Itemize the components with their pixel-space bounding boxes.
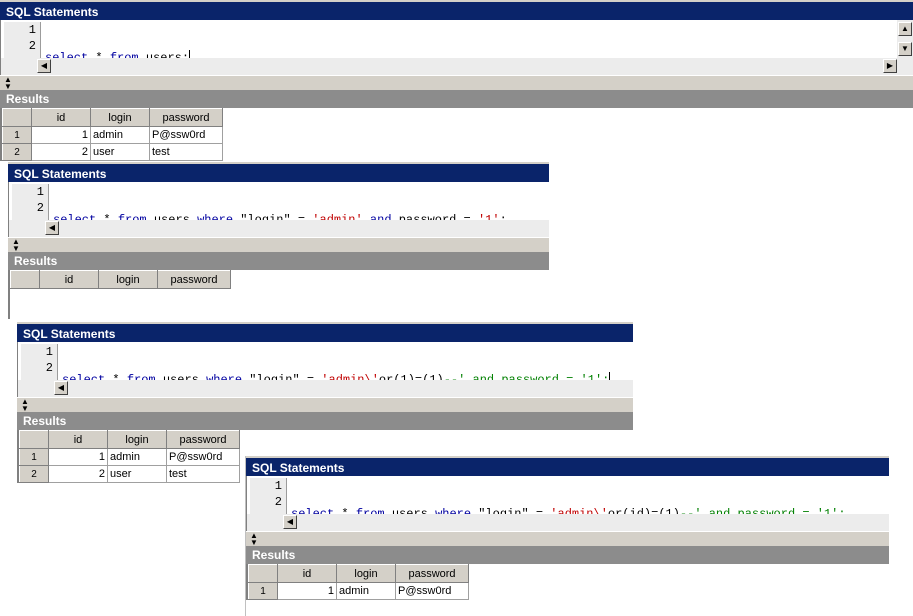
column-header-id[interactable]: id bbox=[31, 108, 91, 127]
column-header-password[interactable]: password bbox=[157, 270, 231, 289]
row-number[interactable]: 1 bbox=[2, 126, 32, 144]
scroll-left-arrow-icon[interactable]: ◀ bbox=[283, 515, 297, 529]
pane-splitter[interactable]: ▲ ▼ bbox=[17, 397, 633, 413]
cell-password[interactable]: P@ssw0rd bbox=[395, 582, 469, 600]
results-grid: id login password 1 1 admin P@ssw0rd 2 2 user t… bbox=[0, 108, 913, 161]
grid-corner bbox=[248, 564, 278, 583]
table-row[interactable]: 2 2 user test bbox=[19, 465, 240, 483]
cell-login[interactable]: user bbox=[90, 143, 150, 161]
splitter-arrows-icon: ▲ ▼ bbox=[250, 531, 258, 547]
row-number[interactable]: 2 bbox=[2, 143, 32, 161]
column-header-id[interactable]: id bbox=[277, 564, 337, 583]
results-table: id login password bbox=[10, 270, 231, 319]
cell-password[interactable]: test bbox=[166, 465, 240, 483]
line-number: 1 bbox=[36, 185, 44, 199]
column-header-login[interactable]: login bbox=[90, 108, 150, 127]
cell-login[interactable]: user bbox=[107, 465, 167, 483]
pane-splitter[interactable]: ▲ ▼ bbox=[8, 237, 549, 253]
grid-corner bbox=[10, 270, 40, 289]
horizontal-scrollbar[interactable]: ◀ bbox=[17, 380, 633, 397]
sql-statements-title: SQL Statements bbox=[246, 456, 889, 476]
cell-login[interactable]: admin bbox=[107, 448, 167, 466]
scroll-left-arrow-icon[interactable]: ◀ bbox=[37, 59, 51, 73]
line-number: 2 bbox=[274, 495, 282, 509]
line-number: 2 bbox=[28, 39, 36, 53]
column-header-login[interactable]: login bbox=[336, 564, 396, 583]
sql-editor[interactable]: 1 2 select * from users; ▲ ▼ bbox=[0, 20, 913, 65]
sql-editor[interactable]: 1 2 select * from users where "login" = … bbox=[17, 342, 633, 387]
cell-password[interactable]: test bbox=[149, 143, 223, 161]
cell-id[interactable]: 1 bbox=[31, 126, 91, 144]
column-header-login[interactable]: login bbox=[98, 270, 158, 289]
results-table: id login password 1 1 admin P@ssw0rd bbox=[248, 564, 469, 600]
pane-splitter[interactable]: ▲ ▼ bbox=[0, 75, 913, 91]
cell-id[interactable]: 2 bbox=[48, 465, 108, 483]
column-header-login[interactable]: login bbox=[107, 430, 167, 449]
sql-statements-title: SQL Statements bbox=[0, 0, 913, 20]
cell-password[interactable]: P@ssw0rd bbox=[166, 448, 240, 466]
scroll-up-arrow-icon[interactable]: ▲ bbox=[898, 22, 912, 36]
sql-statements-title: SQL Statements bbox=[8, 162, 549, 182]
sql-panel-2: SQL Statements 1 2 select * from users w… bbox=[8, 162, 549, 322]
line-number-gutter: 1 2 bbox=[4, 22, 41, 58]
column-header-id[interactable]: id bbox=[39, 270, 99, 289]
row-number[interactable]: 2 bbox=[19, 465, 49, 483]
table-row[interactable]: 2 2 user test bbox=[2, 143, 223, 161]
cell-login[interactable]: admin bbox=[90, 126, 150, 144]
horizontal-scrollbar[interactable]: ◀ bbox=[8, 220, 549, 237]
scroll-left-arrow-icon[interactable]: ◀ bbox=[54, 381, 68, 395]
horizontal-scrollbar[interactable]: ◀ bbox=[246, 514, 889, 531]
splitter-arrows-icon: ▲ ▼ bbox=[21, 397, 29, 413]
scroll-down-arrow-icon[interactable]: ▼ bbox=[898, 42, 912, 56]
results-table: id login password 1 1 admin P@ssw0rd 2 2 user t… bbox=[19, 430, 240, 483]
results-grid: id login password bbox=[8, 270, 549, 319]
cell-id[interactable]: 1 bbox=[48, 448, 108, 466]
cell-password[interactable]: P@ssw0rd bbox=[149, 126, 223, 144]
table-row[interactable]: 1 1 admin P@ssw0rd bbox=[248, 582, 469, 600]
line-number-gutter: 1 2 bbox=[250, 478, 287, 514]
line-number: 1 bbox=[45, 345, 53, 359]
splitter-arrows-icon: ▲ ▼ bbox=[12, 237, 20, 253]
sql-panel-4: SQL Statements 1 2 select * from users w… bbox=[245, 456, 889, 616]
grid-corner bbox=[2, 108, 32, 127]
table-row[interactable]: 1 1 admin P@ssw0rd bbox=[2, 126, 223, 144]
column-header-id[interactable]: id bbox=[48, 430, 108, 449]
scroll-left-arrow-icon[interactable]: ◀ bbox=[45, 221, 59, 235]
sql-statements-title: SQL Statements bbox=[17, 322, 633, 342]
row-number[interactable]: 1 bbox=[248, 582, 278, 600]
row-number[interactable]: 1 bbox=[19, 448, 49, 466]
sql-editor[interactable]: 1 2 select * from users where "login" = … bbox=[246, 476, 889, 521]
pane-splitter[interactable]: ▲ ▼ bbox=[246, 531, 889, 547]
vertical-scrollbar[interactable]: ▲ ▼ bbox=[897, 20, 913, 58]
line-number: 1 bbox=[28, 23, 36, 37]
empty-results-area bbox=[10, 288, 231, 319]
line-number: 1 bbox=[274, 479, 282, 493]
horizontal-scrollbar[interactable]: ◀ ▶ bbox=[0, 58, 913, 75]
table-row[interactable]: 1 1 admin P@ssw0rd bbox=[19, 448, 240, 466]
column-header-password[interactable]: password bbox=[149, 108, 223, 127]
cell-login[interactable]: admin bbox=[336, 582, 396, 600]
results-table: id login password 1 1 admin P@ssw0rd 2 2 user t… bbox=[2, 108, 223, 161]
cell-id[interactable]: 2 bbox=[31, 143, 91, 161]
line-number-gutter: 1 2 bbox=[12, 184, 49, 220]
results-grid: id login password 1 1 admin P@ssw0rd bbox=[246, 564, 889, 600]
grid-corner bbox=[19, 430, 49, 449]
line-number-gutter: 1 2 bbox=[21, 344, 58, 380]
column-header-password[interactable]: password bbox=[166, 430, 240, 449]
line-number: 2 bbox=[45, 361, 53, 375]
cell-id[interactable]: 1 bbox=[277, 582, 337, 600]
scroll-right-arrow-icon[interactable]: ▶ bbox=[883, 59, 897, 73]
column-header-password[interactable]: password bbox=[395, 564, 469, 583]
sql-editor[interactable]: 1 2 select * from users where "login" = … bbox=[8, 182, 549, 227]
splitter-arrows-icon: ▲ ▼ bbox=[4, 75, 12, 91]
line-number: 2 bbox=[36, 201, 44, 215]
